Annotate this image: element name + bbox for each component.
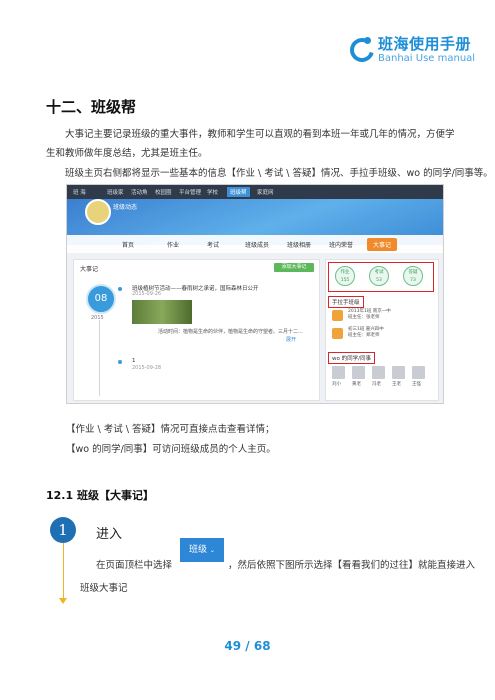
classmate-name: 冯老 (372, 382, 381, 387)
classmates-title: wo 的同学/同事 (328, 352, 375, 364)
logo-title: 班海使用手册 (378, 35, 472, 53)
logo-icon (345, 33, 379, 67)
friend-class-teacher: 班主任：郑老师 (348, 333, 380, 338)
step-arrow-line (63, 543, 64, 600)
nav-item-active[interactable]: 班级帮 (227, 187, 250, 197)
classmate-name: 刘小 (332, 382, 341, 387)
nav-item[interactable]: 学校 (207, 188, 218, 196)
stat-label: 考试 (374, 270, 384, 275)
panel-title: 大事记 (80, 266, 99, 273)
class-icon (332, 328, 343, 339)
stat-label: 答疑 (408, 270, 418, 275)
classmate-avatar[interactable] (392, 366, 405, 379)
step-text-before: 在页面顶栏中选择 (96, 560, 173, 571)
date-badge: 08 (86, 284, 116, 314)
step-text-after: ，然后依照下图所示选择【看看我们的过往】就能直接进入 (228, 560, 476, 571)
intro-paragraph: 大事记主要记录班级的重大事件，教师和学生可以直观的看到本班一年或几年的情况，方便… (46, 129, 455, 159)
classmate-avatar[interactable] (332, 366, 345, 379)
stat-label: 作业 (340, 270, 350, 275)
section-title: 十二、班级帮 (46, 98, 137, 116)
class-icon (332, 310, 343, 321)
sidebar-panel: 作业 155 考试 53 答疑 73 手拉手班级 2013年1班 南京一中 班主… (325, 259, 439, 401)
add-event-button[interactable]: 添加大事记 (274, 263, 314, 272)
class-page-screenshot: 班 海 班级家 活动角 校园圈 平台管理 学校 班级帮 家庭网 班级动态 首页 … (66, 184, 444, 404)
tab[interactable]: 作业 (167, 240, 179, 249)
step-title: 进入 (96, 527, 123, 542)
stat-value: 73 (410, 278, 416, 283)
note-classmates: 【wo 的同学/同事】可访问班级成员的个人主页。 (66, 444, 276, 455)
friend-class-teacher: 班主任：张老师 (348, 315, 380, 320)
top-nav-bar: 班 海 班级家 活动角 校园圈 平台管理 学校 班级帮 家庭网 (67, 185, 443, 199)
event-title[interactable]: 1 (132, 358, 136, 364)
tab[interactable]: 班内荣誉 (329, 240, 353, 249)
events-panel: 大事记 添加大事记 08 2015 班级植树节活动——春雨树之承诺，国际森林日公… (73, 259, 320, 401)
stat-value: 155 (340, 278, 350, 283)
class-avatar (85, 199, 111, 225)
classmate-name: 王老 (392, 382, 401, 387)
timeline-dot (118, 360, 122, 364)
step-arrow-icon (59, 598, 67, 604)
step-text-line2: 班级大事记 (80, 583, 128, 594)
class-tabs: 首页 作业 考试 班级成员 班级相册 班内荣誉 大事记 (67, 235, 443, 253)
tab[interactable]: 班级相册 (287, 240, 311, 249)
class-menu-button[interactable]: 班级 ⌄ (180, 538, 224, 562)
tab[interactable]: 考试 (207, 240, 219, 249)
stats-highlight: 作业 155 考试 53 答疑 73 (328, 262, 434, 292)
tab[interactable]: 首页 (122, 240, 134, 249)
classmate-avatar[interactable] (412, 366, 425, 379)
event-description: 活动时间：植物是生命的伙伴，植物是生命的守望者。三月十二... (158, 329, 303, 335)
tab-active[interactable]: 大事记 (367, 238, 398, 251)
classmate-avatar[interactable] (372, 366, 385, 379)
classmate-avatar[interactable] (352, 366, 365, 379)
nav-item[interactable]: 平台管理 (179, 188, 201, 196)
class-menu-label: 班级 (189, 545, 208, 555)
page-number: 49 / 68 (224, 639, 271, 653)
date-year: 2015 (91, 315, 104, 321)
logo-subtitle: Banhai Use manual (378, 53, 476, 64)
step-number: 1 (50, 517, 76, 543)
classmate-name: 黄老 (352, 382, 361, 387)
exam-stat[interactable]: 考试 53 (369, 266, 389, 286)
banner-title: 班级动态 (113, 204, 138, 211)
nav-item[interactable]: 班级家 (107, 188, 124, 196)
homework-stat[interactable]: 作业 155 (335, 266, 355, 286)
tab[interactable]: 班级成员 (245, 240, 269, 249)
event-date: 2015-09-28 (132, 365, 162, 371)
info-paragraph: 班级主页右侧都将显示一些基本的信息【作业 \ 考试 \ 答疑】情况、手拉手班级、… (65, 168, 493, 179)
nav-item[interactable]: 活动角 (131, 188, 148, 196)
nav-item[interactable]: 家庭网 (257, 188, 274, 196)
timeline-dot (118, 287, 122, 291)
chevron-down-icon: ⌄ (209, 547, 215, 554)
event-date: 2015-09-26 (132, 291, 162, 297)
qa-stat[interactable]: 答疑 73 (403, 266, 423, 286)
nav-item[interactable]: 班 海 (73, 188, 86, 196)
timeline-line (99, 320, 100, 396)
event-photo (132, 300, 192, 324)
expand-link[interactable]: 展开 (286, 336, 296, 343)
classmate-name: 王怪 (412, 382, 421, 387)
note-stats: 【作业 \ 考试 \ 答疑】情况可直接点击查看详情； (66, 424, 275, 435)
stat-value: 53 (376, 278, 382, 283)
subsection-title: 12.1 班级【大事记】 (46, 489, 154, 502)
logo-dot (364, 37, 371, 44)
nav-item[interactable]: 校园圈 (155, 188, 172, 196)
friend-classes-title: 手拉手班级 (328, 296, 364, 308)
